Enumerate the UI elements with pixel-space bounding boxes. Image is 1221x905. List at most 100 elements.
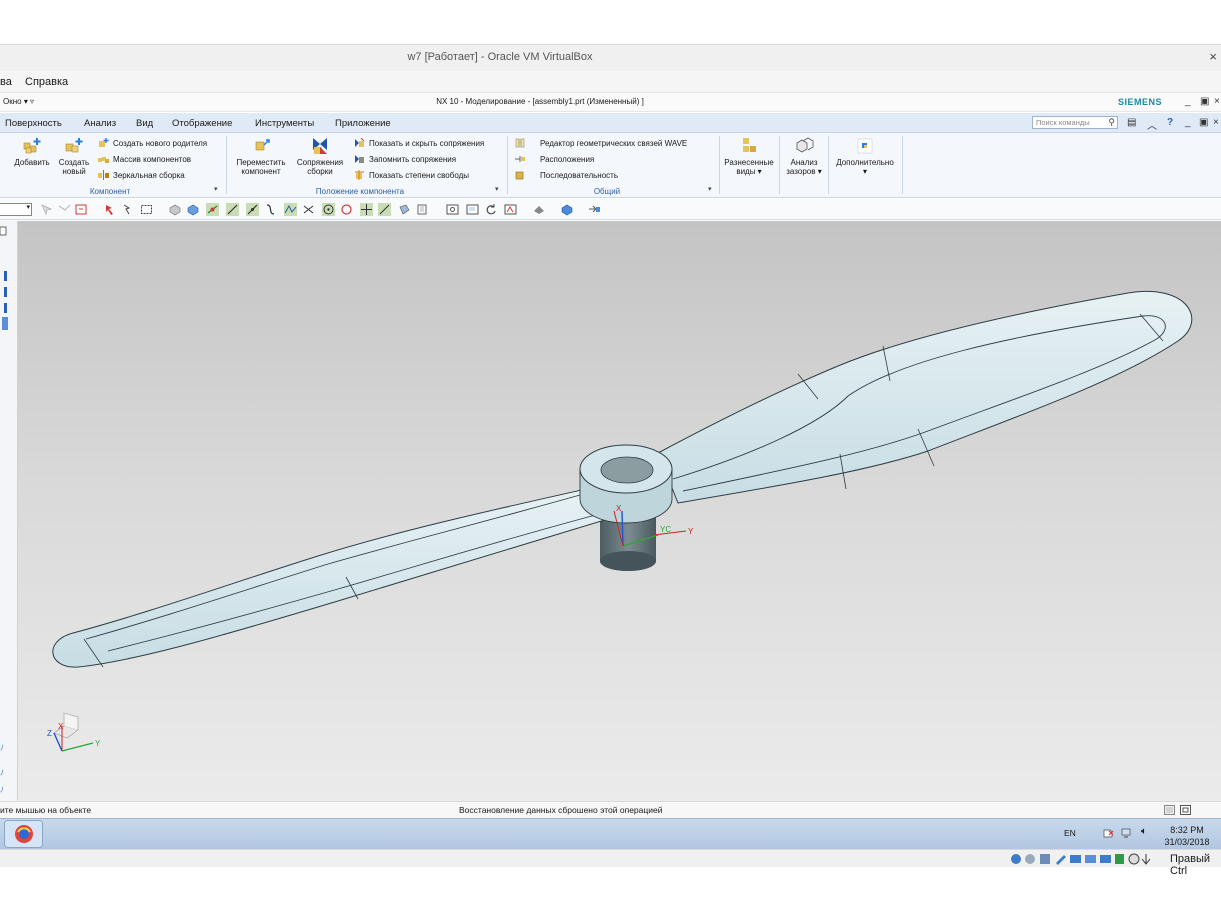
minimize-icon[interactable]: _ xyxy=(1185,96,1191,107)
filter-icon[interactable] xyxy=(58,203,71,216)
volume-icon[interactable]: 🔈︎ xyxy=(1141,826,1147,837)
create-parent-button[interactable]: Создать нового родителя xyxy=(98,138,207,148)
assembly-constraints-button[interactable]: Сопряжения сборки xyxy=(292,137,348,176)
group-dropdown-icon[interactable]: ▾ xyxy=(214,185,218,193)
arc-center-icon[interactable] xyxy=(322,203,335,216)
menu-display[interactable]: Отображение xyxy=(172,118,232,129)
fullscreen-icon[interactable] xyxy=(1180,805,1191,815)
selection-filter-dropdown[interactable]: ▾ xyxy=(0,203,32,216)
solid-body-icon[interactable] xyxy=(168,203,181,216)
vbox-menubar: ва Справка xyxy=(0,71,1221,93)
snap-point-icon[interactable] xyxy=(206,203,219,216)
add-component-icon xyxy=(23,138,41,154)
component-pattern-button[interactable]: Массив компонентов xyxy=(98,154,191,164)
vbox-device-icons[interactable] xyxy=(1010,852,1160,866)
show-hide-constraints-button[interactable]: Показать и скрыть сопряжения xyxy=(354,138,484,148)
close-icon[interactable]: × xyxy=(1214,96,1220,107)
shaded-icon[interactable] xyxy=(560,203,573,216)
create-parent-label: Создать нового родителя xyxy=(113,139,208,148)
rotate-icon[interactable] xyxy=(484,203,497,216)
nx-taskbar-button[interactable] xyxy=(4,820,44,849)
select-filter-icon[interactable] xyxy=(40,203,53,216)
point-on-face-icon[interactable] xyxy=(398,203,411,216)
create-new-button[interactable]: Создать новый xyxy=(56,137,92,176)
collapse-ribbon-icon[interactable]: ︿ xyxy=(1147,117,1157,132)
clearance-analysis-icon xyxy=(796,137,814,153)
curve-point-icon[interactable] xyxy=(264,203,277,216)
exploded-views-button[interactable]: Разнесенные виды ▾ xyxy=(721,137,777,176)
zoom-icon[interactable] xyxy=(466,203,479,216)
move-label-2: компонент xyxy=(241,167,281,176)
menu-surface[interactable]: Поверхность xyxy=(5,118,62,129)
exploded-label-2: виды ▾ xyxy=(736,167,762,176)
input-language[interactable]: EN xyxy=(1064,828,1076,838)
menu-view[interactable]: Вид xyxy=(136,118,153,129)
pattern-icon xyxy=(98,157,109,163)
restore-icon[interactable]: ▣ xyxy=(1199,117,1208,128)
deselect-icon[interactable] xyxy=(122,203,135,216)
show-dof-button[interactable]: Показать степени свободы xyxy=(354,170,469,180)
help-icon[interactable]: ? xyxy=(1167,117,1173,128)
midpoint-icon[interactable] xyxy=(246,203,259,216)
restore-icon[interactable]: ▣ xyxy=(1200,96,1209,107)
group-dropdown-icon[interactable]: ▾ xyxy=(495,185,499,193)
menu-analysis[interactable]: Анализ xyxy=(84,118,116,129)
existing-point-icon[interactable] xyxy=(360,203,373,216)
vbox-titlebar: w7 [Работает] - Oracle VM VirtualBox × xyxy=(0,44,1221,71)
checkmark-icon[interactable]: ﾉ xyxy=(0,784,4,795)
checkmark-icon[interactable]: ﾉ xyxy=(0,742,4,753)
right-blade[interactable] xyxy=(657,290,1193,504)
sequence-button[interactable]: Последовательность xyxy=(515,170,618,180)
navigator-tabs-icon[interactable] xyxy=(2,271,8,331)
vbox-menu-help[interactable]: Справка xyxy=(25,76,68,88)
close-icon[interactable]: × xyxy=(1213,117,1219,128)
left-blade[interactable] xyxy=(52,488,609,668)
ribbon-separator xyxy=(226,136,227,194)
graphics-window[interactable]: Y YC X Y Z X xyxy=(18,221,1221,801)
status-list-icon[interactable] xyxy=(1164,805,1175,815)
propeller-model[interactable]: Y YC X Y Z X xyxy=(18,221,1221,801)
menu-application[interactable]: Приложение xyxy=(335,118,391,129)
hub-ring[interactable] xyxy=(579,444,673,524)
action-center-icon[interactable] xyxy=(1102,827,1114,839)
intersection-icon[interactable] xyxy=(302,203,315,216)
search-icon[interactable]: ⚲ xyxy=(1108,117,1115,128)
vbox-menu-view[interactable]: ва xyxy=(0,76,12,88)
arrangements-icon xyxy=(515,156,525,162)
point-on-curve-icon[interactable] xyxy=(378,203,391,216)
fit-view-icon[interactable] xyxy=(446,203,459,216)
bounded-grid-icon[interactable] xyxy=(416,203,429,216)
control-point-icon[interactable] xyxy=(284,203,297,216)
window-menu[interactable]: Окно ▾ ▿ xyxy=(3,97,34,106)
group-dropdown-icon[interactable]: ▾ xyxy=(708,185,712,193)
orient-view-icon[interactable] xyxy=(504,203,517,216)
wave-editor-button[interactable]: Редактор геометрических связей WAVE xyxy=(515,138,687,148)
component-icon[interactable] xyxy=(186,203,199,216)
status-prompt: ите мышью на объекте xyxy=(0,805,92,815)
minimize-icon[interactable]: _ xyxy=(1185,117,1191,128)
select-all-icon[interactable] xyxy=(104,203,117,216)
quadrant-point-icon[interactable] xyxy=(340,203,353,216)
rectangle-select-icon[interactable] xyxy=(140,203,153,216)
render-style-icon[interactable] xyxy=(532,203,545,216)
clock[interactable]: 8:32 PM 31/03/2018 xyxy=(1162,824,1212,848)
remember-constraints-button[interactable]: Запомнить сопряжения xyxy=(354,154,456,164)
selection-scope-icon[interactable] xyxy=(75,203,88,216)
move-component-button[interactable]: Переместить компонент xyxy=(233,137,289,176)
arrangements-button[interactable]: Расположения xyxy=(515,154,594,164)
showhide-icon[interactable] xyxy=(588,203,601,216)
add-component-button[interactable]: Добавить xyxy=(10,137,54,167)
more-button[interactable]: Дополнительно ▾ xyxy=(830,137,900,176)
menu-tools[interactable]: Инструменты xyxy=(255,118,314,129)
endpoint-icon[interactable] xyxy=(226,203,239,216)
clearance-analysis-button[interactable]: Анализ зазоров ▾ xyxy=(782,137,826,176)
checkmark-icon[interactable]: ﾉ xyxy=(0,767,4,778)
ribbon-separator xyxy=(719,136,720,194)
resource-tab-icon[interactable] xyxy=(0,226,8,236)
ribbon-options-icon[interactable]: ▤ xyxy=(1127,117,1136,128)
network-icon[interactable] xyxy=(1121,827,1133,839)
mirror-assembly-button[interactable]: Зеркальная сборка xyxy=(98,170,185,180)
close-icon[interactable]: × xyxy=(1209,49,1217,64)
wcs-xc-label: X xyxy=(616,504,622,513)
command-search-input[interactable]: Поиск команды ⚲ xyxy=(1032,116,1118,129)
